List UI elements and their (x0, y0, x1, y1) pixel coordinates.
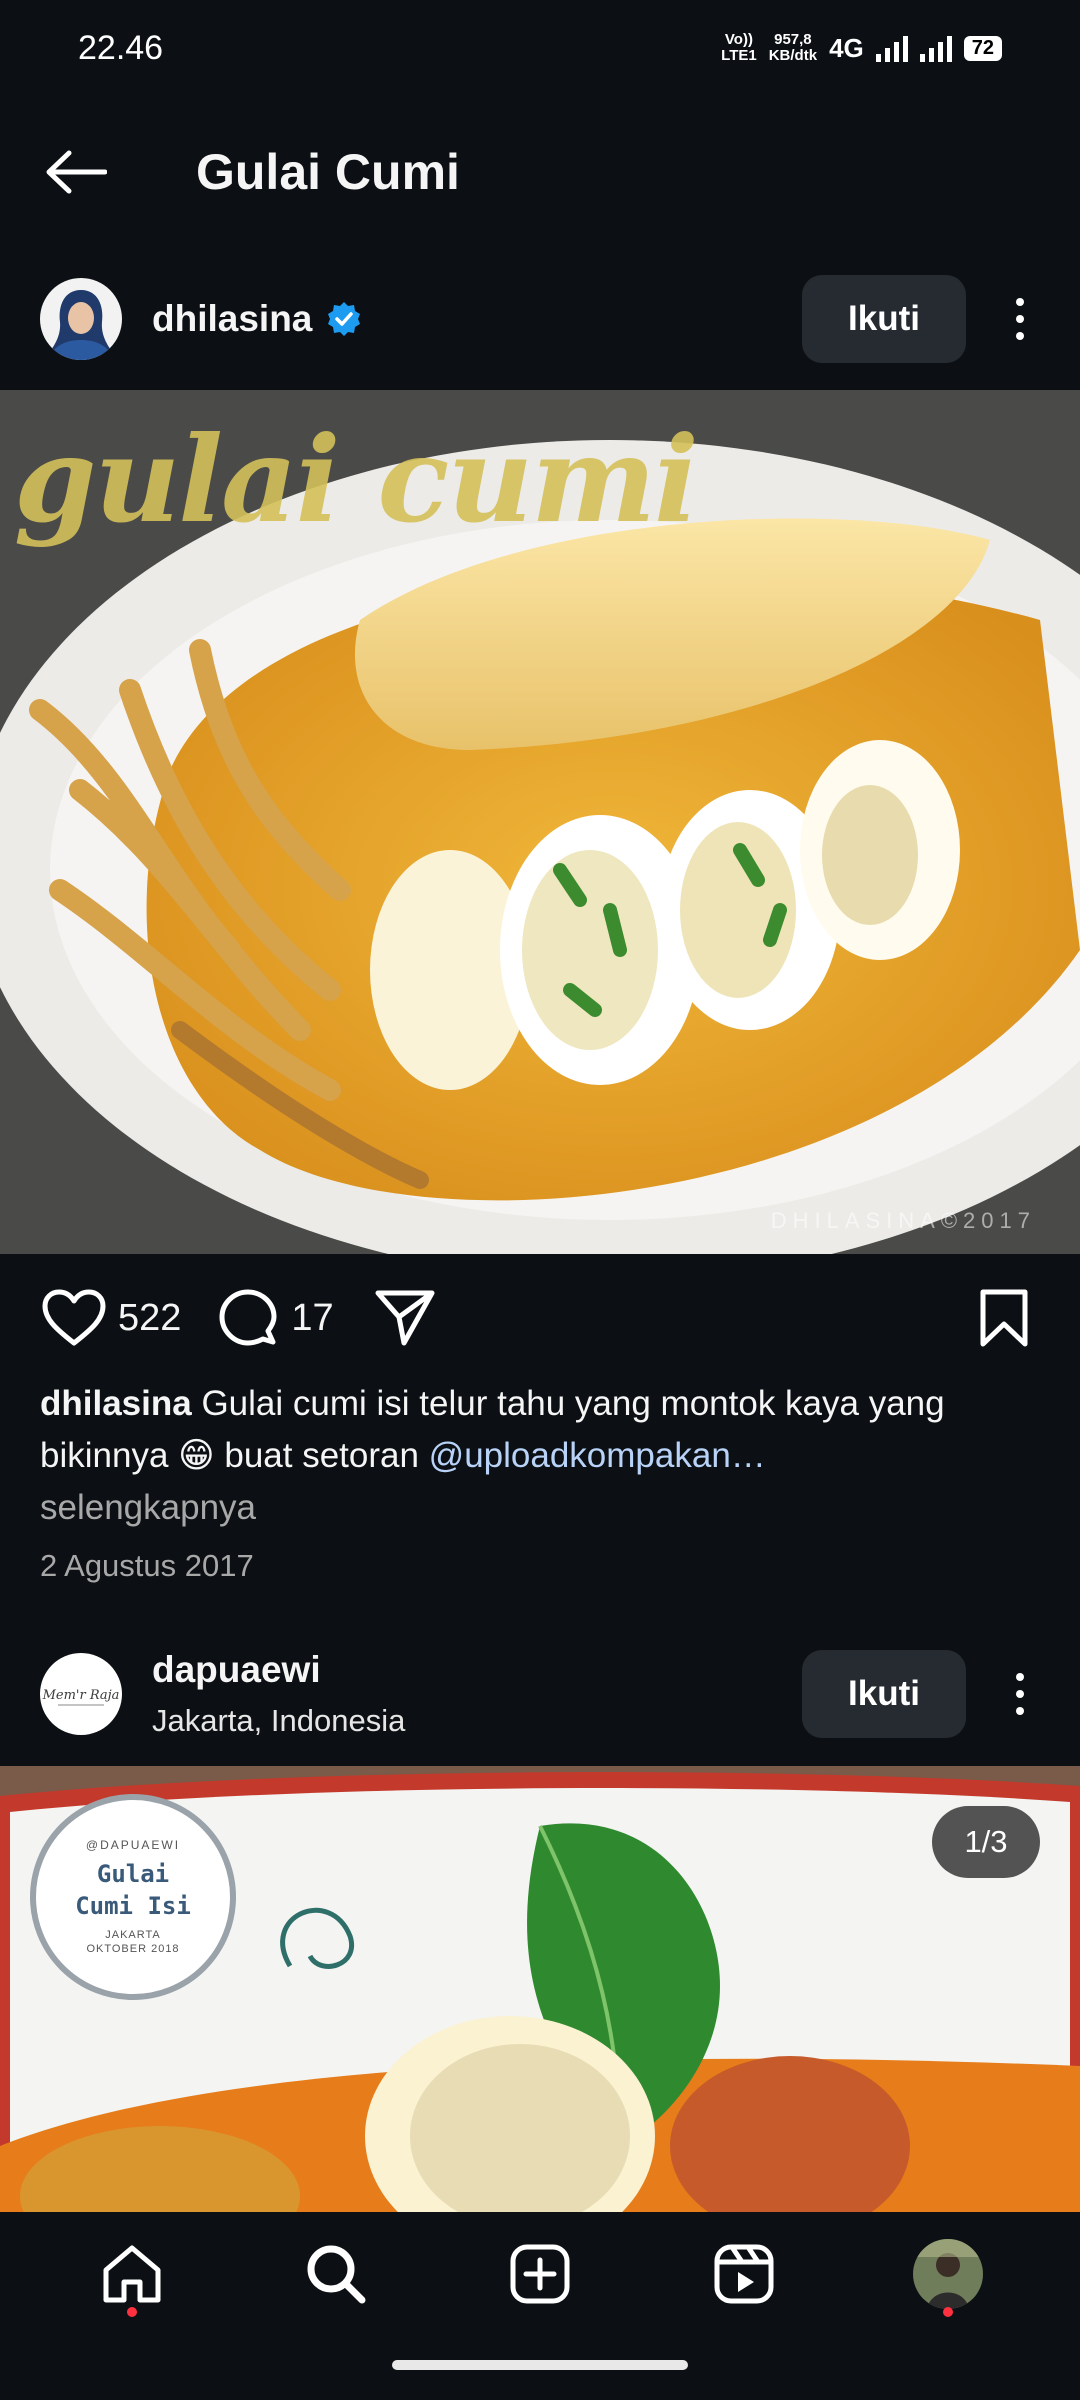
send-icon (375, 1290, 435, 1346)
watermark-stamp: @DAPUAEWI Gulai Cumi Isi JAKARTA OKTOBER… (30, 1794, 236, 2000)
svg-text:Mem'r Raja: Mem'r Raja (42, 1688, 120, 1703)
save-button[interactable] (978, 1288, 1030, 1348)
notification-dot (127, 2307, 137, 2317)
see-more-link[interactable]: selengkapnya (40, 1488, 256, 1527)
post-date: 2 Agustus 2017 (40, 1548, 254, 1583)
comment-icon (219, 1289, 277, 1346)
post-actions: 522 17 (0, 1268, 1080, 1368)
nav-reels[interactable] (699, 2229, 789, 2319)
username[interactable]: dhilasina (152, 298, 802, 340)
post-header: dhilasina Ikuti (0, 264, 1080, 374)
search-icon (307, 2245, 366, 2304)
profile-avatar (913, 2239, 983, 2309)
back-button[interactable] (40, 136, 112, 208)
nav-create[interactable] (495, 2229, 585, 2319)
like-count: 522 (118, 1296, 182, 1339)
caption-mention[interactable]: @uploadkompakan… (429, 1436, 766, 1475)
more-options-icon[interactable] (1000, 289, 1040, 349)
avatar-image (40, 278, 122, 360)
page-title: Gulai Cumi (196, 144, 460, 200)
image-watermark: DHILASINA©2017 (770, 1208, 1036, 1233)
carousel-counter: 1/3 (932, 1806, 1040, 1878)
post-image-2[interactable]: @DAPUAEWI Gulai Cumi Isi JAKARTA OKTOBER… (0, 1766, 1080, 2212)
status-bar: 22.46 Vo)) LTE1 957,8 KB/dtk 4G 72 (0, 0, 1080, 96)
heart-icon (42, 1289, 106, 1346)
more-options-icon-2[interactable] (1000, 1664, 1040, 1724)
follow-button[interactable]: Ikuti (802, 275, 966, 363)
add-post-icon (510, 2244, 570, 2304)
top-header: Gulai Cumi (0, 120, 1080, 224)
network-speed: 957,8 KB/dtk (768, 31, 818, 64)
follow-button-2[interactable]: Ikuti (802, 1650, 966, 1738)
nav-home[interactable] (87, 2229, 177, 2319)
home-icon (103, 2245, 161, 2303)
user-block-2: dapuaewi Jakarta, Indonesia (152, 1649, 802, 1739)
home-indicator[interactable] (392, 2360, 688, 2370)
user-block: dhilasina (152, 298, 802, 340)
reels-icon (714, 2244, 774, 2304)
bottom-navigation (0, 2212, 1080, 2400)
verified-badge-icon (328, 302, 361, 336)
post-header-2: Mem'r Raja dapuaewi Jakarta, Indonesia I… (0, 1640, 1080, 1748)
nav-profile[interactable] (903, 2229, 993, 2319)
battery-icon: 72 (963, 35, 1002, 61)
avatar[interactable] (40, 278, 122, 360)
bookmark-icon (980, 1289, 1028, 1347)
nav-search[interactable] (291, 2229, 381, 2319)
post-caption: dhilasina Gulai cumi isi telur tahu yang… (40, 1378, 1050, 1534)
image-overlay-title: gulai cumi (14, 410, 699, 549)
comment-count: 17 (291, 1296, 334, 1339)
signal-icon-2 (919, 34, 952, 62)
caption-username[interactable]: dhilasina (40, 1384, 192, 1423)
avatar-logo: Mem'r Raja (40, 1653, 122, 1735)
status-time: 22.46 (78, 28, 164, 67)
network-type: 4G (829, 32, 864, 63)
post-location[interactable]: Jakarta, Indonesia (152, 1703, 802, 1739)
share-button[interactable] (374, 1289, 436, 1347)
status-icons: Vo)) LTE1 957,8 KB/dtk 4G 72 (721, 32, 1002, 64)
arrow-left-icon (46, 150, 107, 194)
signal-icon (875, 34, 908, 62)
volte-indicator: Vo)) LTE1 (721, 31, 757, 64)
avatar-2[interactable]: Mem'r Raja (40, 1653, 122, 1735)
like-button[interactable]: 522 (42, 1289, 181, 1347)
comment-button[interactable]: 17 (217, 1287, 334, 1349)
post-image[interactable]: gulai cumi DHILASINA©2017 (0, 390, 1080, 1254)
notification-dot-profile (943, 2307, 953, 2317)
username-2[interactable]: dapuaewi (152, 1649, 802, 1691)
